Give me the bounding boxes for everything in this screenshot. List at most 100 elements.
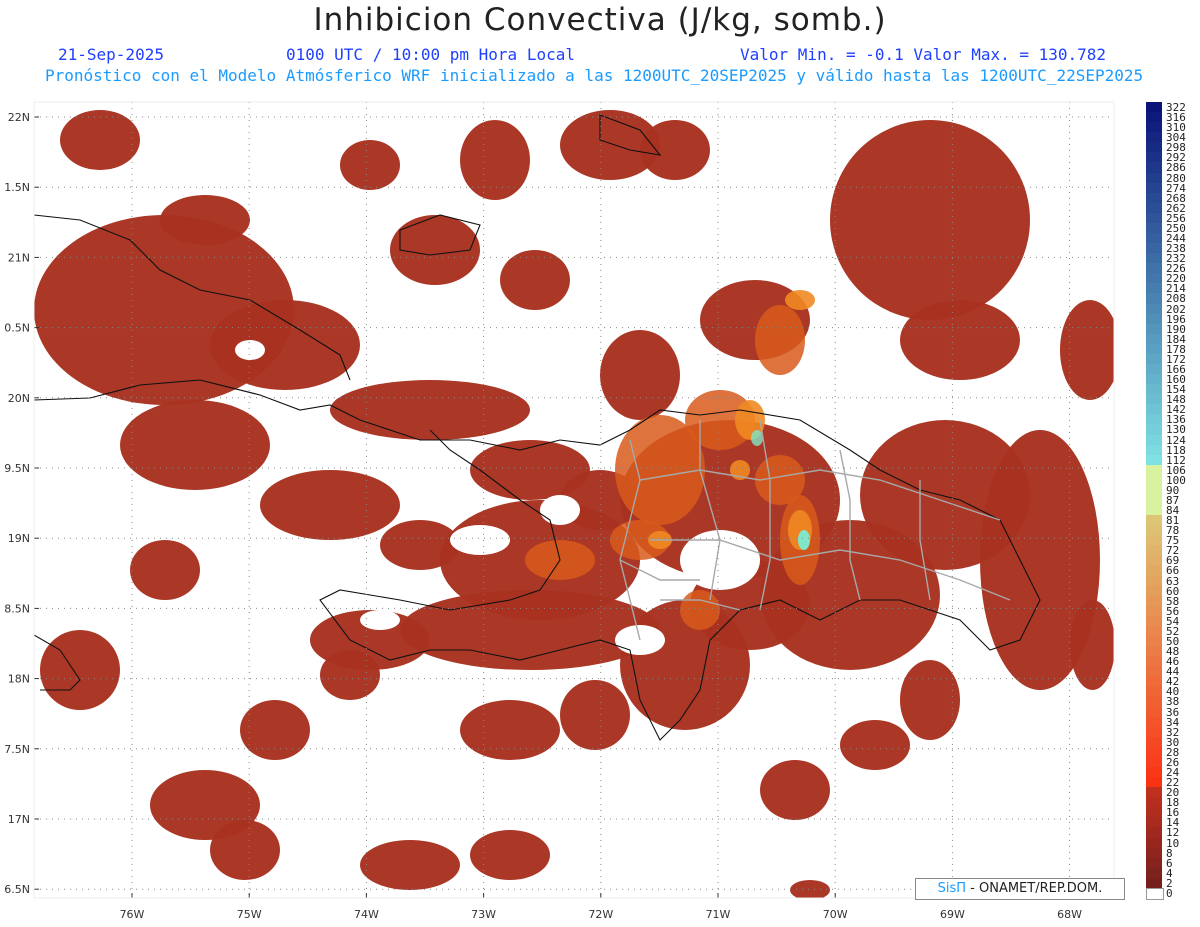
colorbar-swatch xyxy=(1146,515,1162,526)
colorbar-swatch xyxy=(1146,444,1162,456)
colorbar-swatch xyxy=(1146,575,1162,587)
colorbar-swatch xyxy=(1146,343,1162,355)
cin-field-area xyxy=(160,195,250,245)
colorbar-swatch xyxy=(1146,202,1162,214)
colorbar-swatch xyxy=(1146,767,1162,778)
cin-field-area xyxy=(210,300,360,390)
cin-field-area xyxy=(260,470,400,540)
cin-field-area xyxy=(340,140,400,190)
cin-field-area xyxy=(470,830,550,880)
colorbar-swatch xyxy=(1146,424,1162,435)
longitude-label: 76W xyxy=(120,908,145,921)
latitude-label: 6.5N xyxy=(4,883,30,896)
cin-field-area xyxy=(380,520,460,570)
longitude-label: 69W xyxy=(940,908,965,921)
colorbar-swatch xyxy=(1146,756,1162,768)
colorbar-swatch xyxy=(1146,102,1162,113)
cin-max-spot xyxy=(751,430,763,446)
colorbar-swatch xyxy=(1146,162,1162,174)
field-gap xyxy=(450,525,510,555)
colorbar-swatch xyxy=(1146,374,1162,385)
cin-field-area xyxy=(320,650,380,700)
credit-text: - ONAMET/REP.DOM. xyxy=(966,881,1103,896)
colorbar-swatch xyxy=(1146,464,1162,476)
colorbar-swatch xyxy=(1146,132,1162,143)
longitude-label: 74W xyxy=(354,908,379,921)
colorbar-swatch xyxy=(1146,474,1162,486)
colorbar-swatch xyxy=(1146,615,1162,627)
credit-brand: SisΠ xyxy=(937,881,967,896)
field-gap xyxy=(540,495,580,525)
latitude-label: 1.5N xyxy=(4,181,30,194)
cin-field-area xyxy=(130,540,200,600)
cin-field-area xyxy=(460,120,530,200)
value-range: Valor Min. = -0.1 Valor Max. = 130.782 xyxy=(740,45,1107,64)
colorbar-swatch xyxy=(1146,565,1162,577)
latitude-label: 22N xyxy=(8,111,30,124)
cin-field-area xyxy=(240,700,310,760)
cin-field-area xyxy=(360,840,460,890)
latitude-label: 19N xyxy=(8,532,30,545)
latitude-label: 9.5N xyxy=(4,462,30,475)
colorbar-swatch xyxy=(1146,696,1162,708)
colorbar-swatch xyxy=(1146,585,1162,597)
colorbar-swatch xyxy=(1146,273,1162,284)
colorbar-swatch xyxy=(1146,112,1162,123)
colorbar-swatch xyxy=(1146,313,1162,325)
colorbar-swatch xyxy=(1146,666,1162,677)
cin-field-area xyxy=(640,120,710,180)
colorbar-swatch xyxy=(1146,625,1162,637)
colorbar-swatch xyxy=(1146,333,1162,345)
colorbar-swatch xyxy=(1146,142,1162,153)
colorbar-swatch xyxy=(1146,877,1162,889)
cin-field-area xyxy=(760,760,830,820)
cin-field-area xyxy=(460,700,560,760)
forecast-time: 0100 UTC / 10:00 pm Hora Local xyxy=(286,45,575,64)
latitude-label: 7.5N xyxy=(4,743,30,756)
credit-box: SisΠ - ONAMET/REP.DOM. xyxy=(915,878,1125,900)
cin-field-area xyxy=(1070,600,1114,690)
colorbar-swatch xyxy=(1146,353,1162,365)
colorbar-swatch xyxy=(1146,787,1162,798)
colorbar-swatch xyxy=(1146,172,1162,184)
colorbar-swatch xyxy=(1146,827,1162,839)
cin-field-area xyxy=(900,300,1020,380)
colorbar xyxy=(1146,102,1164,901)
colorbar-swatch xyxy=(1146,646,1162,657)
latitude-label: 20N xyxy=(8,392,30,405)
map-canvas: 22N 1.5N 21N 0.5N 20N 9.5N 19N 8.5N 18N 7.5N 17N 6.… xyxy=(4,101,1115,921)
colorbar-swatch xyxy=(1146,525,1162,536)
colorbar-swatch xyxy=(1146,605,1162,617)
latitude-label: 17N xyxy=(8,813,30,826)
colorbar-swatch xyxy=(1146,505,1162,516)
longitude-label: 75W xyxy=(237,908,262,921)
cin-field-area xyxy=(830,120,1030,320)
colorbar-swatch xyxy=(1146,404,1162,415)
colorbar-swatch xyxy=(1146,253,1162,264)
colorbar-swatch xyxy=(1146,152,1162,163)
latitude-label: 18N xyxy=(8,673,30,686)
longitude-label: 68W xyxy=(1057,908,1082,921)
colorbar-swatch xyxy=(1146,545,1162,556)
cin-field-area xyxy=(900,660,960,740)
colorbar-swatch xyxy=(1146,777,1162,788)
colorbar-swatch xyxy=(1146,847,1162,859)
cin-field-area xyxy=(500,250,570,310)
colorbar-swatch xyxy=(1146,726,1162,738)
cin-field-area xyxy=(560,680,630,750)
cin-field-area xyxy=(210,820,280,880)
cin-field-area xyxy=(790,880,830,898)
colorbar-swatch xyxy=(1146,797,1162,808)
cin-max-spot xyxy=(798,530,810,550)
cin-field-hotspot xyxy=(755,305,805,375)
colorbar-swatch xyxy=(1146,494,1162,506)
colorbar-swatch xyxy=(1146,746,1162,758)
colorbar-swatch xyxy=(1146,857,1162,869)
colorbar-swatch xyxy=(1146,243,1162,254)
longitude-label: 71W xyxy=(706,908,731,921)
colorbar-swatch xyxy=(1146,182,1162,194)
colorbar-swatch xyxy=(1146,686,1162,697)
cin-field-area xyxy=(600,330,680,420)
colorbar-swatch xyxy=(1146,263,1162,274)
forecast-date: 21-Sep-2025 xyxy=(58,45,164,64)
